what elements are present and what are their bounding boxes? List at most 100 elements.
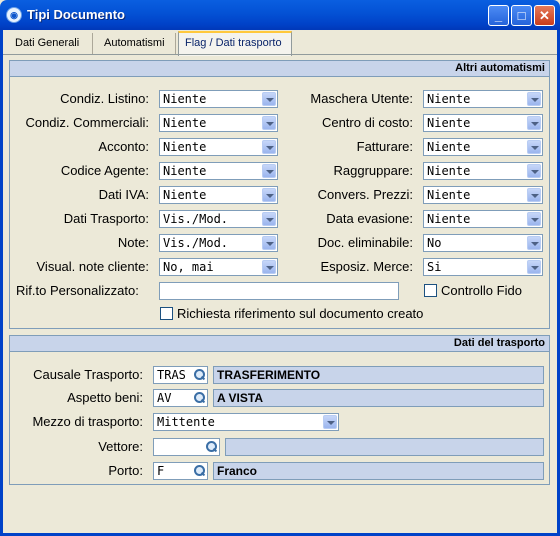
aspetto-beni-code: AV: [157, 391, 172, 405]
dati-trasporto-select[interactable]: Vis./Mod.: [159, 210, 278, 228]
centro-di-costo-label: Centro di costo:: [321, 115, 413, 130]
dati-trasporto-value: Vis./Mod.: [163, 212, 229, 226]
raggruppare-select[interactable]: Niente: [423, 162, 543, 180]
condiz-commerciali-value: Niente: [163, 116, 207, 130]
data-evasione-select[interactable]: Niente: [423, 210, 543, 228]
condiz-commerciali-select[interactable]: Niente: [159, 114, 278, 132]
chevron-down-icon[interactable]: [262, 260, 276, 274]
condiz-listino-select[interactable]: Niente: [159, 90, 278, 108]
causale-trasporto-code-input[interactable]: TRAS: [153, 366, 208, 384]
chevron-down-icon[interactable]: [262, 92, 276, 106]
search-icon[interactable]: [192, 464, 206, 478]
aspetto-beni-description: A VISTA: [213, 389, 544, 407]
chevron-down-icon[interactable]: [262, 116, 276, 130]
maximize-button[interactable]: □: [511, 5, 532, 26]
app-icon[interactable]: ◉: [6, 7, 22, 23]
porto-label: Porto:: [108, 463, 143, 478]
tab-dati-generali[interactable]: Dati Generali: [9, 33, 93, 55]
convers-prezzi-select[interactable]: Niente: [423, 186, 543, 204]
note-value: Vis./Mod.: [163, 236, 229, 250]
note-label: Note:: [117, 235, 149, 250]
mezzo-trasporto-value: Mittente: [157, 415, 215, 429]
dati-iva-label: Dati IVA:: [98, 187, 149, 202]
causale-trasporto-description: TRASFERIMENTO: [213, 366, 544, 384]
esposiz-merce-label: Esposiz. Merce:: [320, 259, 413, 274]
esposiz-merce-select[interactable]: Si: [423, 258, 543, 276]
chevron-down-icon[interactable]: [527, 188, 541, 202]
controllo-fido-label[interactable]: Controllo Fido: [441, 283, 522, 298]
aspetto-beni-code-input[interactable]: AV: [153, 389, 208, 407]
rif-personalizzato-input[interactable]: [159, 282, 399, 300]
fatturare-select[interactable]: Niente: [423, 138, 543, 156]
visual-note-cliente-select[interactable]: No, mai: [159, 258, 278, 276]
mezzo-trasporto-select[interactable]: Mittente: [153, 413, 339, 431]
mezzo-trasporto-label: Mezzo di trasporto:: [32, 414, 143, 429]
acconto-select[interactable]: Niente: [159, 138, 278, 156]
causale-trasporto-label: Causale Trasporto:: [33, 367, 143, 382]
chevron-down-icon[interactable]: [527, 164, 541, 178]
vettore-code-input[interactable]: [153, 438, 220, 456]
tab-automatismi[interactable]: Automatismi: [98, 33, 176, 55]
rif-personalizzato-label: Rif.to Personalizzato:: [16, 283, 139, 298]
chevron-down-icon[interactable]: [527, 116, 541, 130]
chevron-down-icon[interactable]: [527, 236, 541, 250]
condiz-listino-value: Niente: [163, 92, 207, 106]
richiesta-riferimento-label[interactable]: Richiesta riferimento sul documento crea…: [177, 306, 423, 321]
chevron-down-icon[interactable]: [262, 164, 276, 178]
chevron-down-icon[interactable]: [262, 212, 276, 226]
doc-eliminabile-label: Doc. eliminabile:: [317, 235, 413, 250]
chevron-down-icon[interactable]: [323, 415, 337, 429]
window-frame-left: [0, 30, 3, 536]
acconto-label: Acconto:: [98, 139, 149, 154]
search-icon[interactable]: [192, 391, 206, 405]
maschera-utente-select[interactable]: Niente: [423, 90, 543, 108]
centro-di-costo-select[interactable]: Niente: [423, 114, 543, 132]
porto-code: F: [157, 464, 165, 478]
note-select[interactable]: Vis./Mod.: [159, 234, 278, 252]
controllo-fido-checkbox[interactable]: [424, 284, 437, 297]
richiesta-riferimento-checkbox[interactable]: [160, 307, 173, 320]
chevron-down-icon[interactable]: [527, 212, 541, 226]
fatturare-value: Niente: [427, 140, 471, 154]
maschera-utente-label: Maschera Utente:: [310, 91, 413, 106]
condiz-listino-label: Condiz. Listino:: [60, 91, 149, 106]
vettore-description: [225, 438, 544, 456]
dati-iva-value: Niente: [163, 188, 207, 202]
maschera-utente-value: Niente: [427, 92, 471, 106]
convers-prezzi-label: Convers. Prezzi:: [317, 187, 413, 202]
search-icon[interactable]: [204, 440, 218, 454]
codice-agente-value: Niente: [163, 164, 207, 178]
window-title: Tipi Documento: [27, 7, 125, 22]
dati-iva-select[interactable]: Niente: [159, 186, 278, 204]
codice-agente-select[interactable]: Niente: [159, 162, 278, 180]
tab-strip: Dati Generali Automatismi Flag / Dati tr…: [3, 31, 557, 56]
close-button[interactable]: ✕: [534, 5, 555, 26]
aspetto-beni-label: Aspetto beni:: [67, 390, 143, 405]
chevron-down-icon[interactable]: [262, 188, 276, 202]
dati-trasporto-section: Dati del trasporto Causale Trasporto: TR…: [9, 335, 550, 485]
chevron-down-icon[interactable]: [527, 92, 541, 106]
tab-flag-dati-trasporto[interactable]: Flag / Dati trasporto: [178, 31, 292, 56]
search-icon[interactable]: [192, 368, 206, 382]
chevron-down-icon[interactable]: [527, 140, 541, 154]
codice-agente-label: Codice Agente:: [60, 163, 149, 178]
visual-note-cliente-label: Visual. note cliente:: [36, 259, 150, 274]
doc-eliminabile-value: No: [427, 236, 442, 250]
chevron-down-icon[interactable]: [527, 260, 541, 274]
porto-code-input[interactable]: F: [153, 462, 208, 480]
centro-di-costo-value: Niente: [427, 116, 471, 130]
convers-prezzi-value: Niente: [427, 188, 471, 202]
doc-eliminabile-select[interactable]: No: [423, 234, 543, 252]
altri-automatismi-section: Altri automatismi Condiz. Listino: Condi…: [9, 60, 550, 329]
minimize-button[interactable]: _: [488, 5, 509, 26]
data-evasione-label: Data evasione:: [326, 211, 413, 226]
acconto-value: Niente: [163, 140, 207, 154]
porto-description: Franco: [213, 462, 544, 480]
dati-trasporto-header: Dati del trasporto: [10, 336, 549, 352]
chevron-down-icon[interactable]: [262, 236, 276, 250]
condiz-commerciali-label: Condiz. Commerciali:: [25, 115, 149, 130]
title-bar[interactable]: ◉ Tipi Documento _ □ ✕: [0, 0, 560, 30]
chevron-down-icon[interactable]: [262, 140, 276, 154]
raggruppare-label: Raggruppare:: [333, 163, 414, 178]
fatturare-label: Fatturare:: [356, 139, 413, 154]
